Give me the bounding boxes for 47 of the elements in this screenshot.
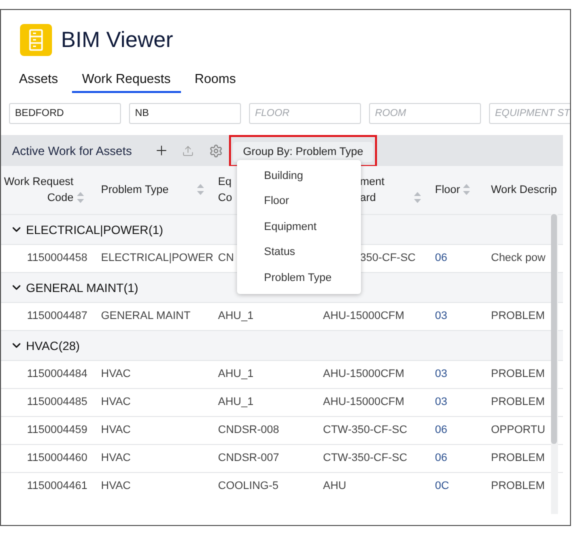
app-title: BIM Viewer <box>61 26 174 54</box>
table-cell: ELECTRICAL|POWER <box>101 252 214 264</box>
table-cell: HVAC <box>101 368 131 380</box>
table-cell: COOLING-5 <box>218 480 279 492</box>
table-cell: AHU-15000CFM <box>323 368 404 380</box>
table-cell: 0C <box>435 480 450 492</box>
table-cell: 1150004458 <box>27 252 88 264</box>
table-cell: HVAC <box>101 424 131 436</box>
table-cell: OPPORTU <box>491 424 546 436</box>
table-cell: 06 <box>435 424 448 436</box>
table-cell: Check pow <box>491 252 546 264</box>
group-label: HVAC(28) <box>26 338 80 354</box>
group-label: ELECTRICAL|POWER(1) <box>26 222 164 238</box>
table-cell: CTW-350-CF-SC <box>323 424 408 436</box>
table-cell: 03 <box>435 368 448 380</box>
table-cell: HVAC <box>101 480 131 492</box>
table-cell: AHU-15000CFM <box>323 310 404 322</box>
table-cell: AHU_1 <box>218 368 254 380</box>
table-cell: CNDSR-008 <box>218 424 280 436</box>
table-cell: 1150004485 <box>27 396 88 408</box>
table-cell: 03 <box>435 310 448 322</box>
table-cell: HVAC <box>101 452 131 464</box>
table-cell: CN <box>218 252 234 264</box>
table-cell: AHU_1 <box>218 310 254 322</box>
table-cell: PROBLEM <box>491 480 545 492</box>
table-cell: AHU <box>323 480 346 492</box>
table-cell: HVAC <box>101 396 131 408</box>
table-cell: 06 <box>435 452 448 464</box>
table-cell: 1150004459 <box>27 424 88 436</box>
table-cell: PROBLEM <box>491 368 545 380</box>
table-cell: AHU-15000CFM <box>323 396 404 408</box>
table-cell: 350-CF-SC <box>360 252 416 264</box>
group-label: GENERAL MAINT(1) <box>26 280 138 296</box>
table-cell: AHU_1 <box>218 396 254 408</box>
panel-title: Active Work for Assets <box>12 142 133 160</box>
table-cell: PROBLEM <box>491 310 545 322</box>
table-cell: PROBLEM <box>491 452 545 464</box>
table-cell: 1150004460 <box>27 452 88 464</box>
table-cell: 1150004484 <box>27 368 88 380</box>
table-cell: GENERAL MAINT <box>101 310 190 322</box>
table-cell: PROBLEM <box>491 396 545 408</box>
table-cell: CTW-350-CF-SC <box>323 452 408 464</box>
table-cell: 06 <box>435 252 448 264</box>
table-cell: 03 <box>435 396 448 408</box>
table-cell: 1150004487 <box>27 310 88 322</box>
table-cell: 1150004461 <box>27 480 88 492</box>
table-cell: CNDSR-007 <box>218 452 280 464</box>
